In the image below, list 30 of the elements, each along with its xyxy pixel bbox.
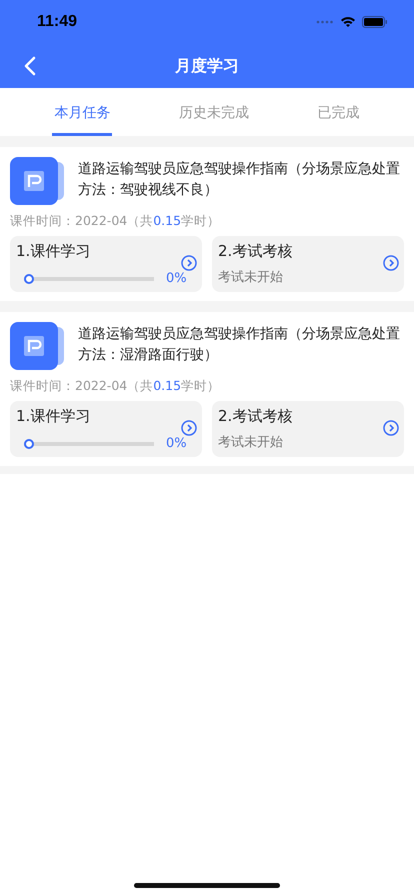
exam-button[interactable]: 2.考试考核 考试未开始 xyxy=(212,401,404,457)
back-button[interactable] xyxy=(22,54,38,78)
exam-label: 2.考试考核 xyxy=(218,407,294,426)
back-icon xyxy=(24,56,36,76)
exam-status: 考试未开始 xyxy=(218,269,284,286)
exam-button[interactable]: 2.考试考核 考试未开始 xyxy=(212,236,404,292)
study-label: 1.课件学习 xyxy=(16,407,92,426)
status-time: 11:49 xyxy=(37,13,78,31)
progress-percent: 0% xyxy=(166,436,187,451)
course-title: 道路运输驾驶员应急驾驶操作指南（分场景应急处置方法：驾驶视线不良） xyxy=(78,160,401,200)
course-icon xyxy=(10,322,66,370)
chevron-icon xyxy=(181,255,197,271)
page-title: 月度学习 xyxy=(175,56,239,76)
study-button[interactable]: 1.课件学习 0% xyxy=(10,401,202,457)
exam-label: 2.考试考核 xyxy=(218,242,294,261)
tab[interactable]: 本月任务 xyxy=(52,88,112,136)
wifi-icon xyxy=(340,16,356,28)
course-title: 道路运输驾驶员应急驾驶操作指南（分场景应急处置方法：湿滑路面行驶） xyxy=(78,325,401,365)
study-button[interactable]: 1.课件学习 0% xyxy=(10,236,202,292)
course-icon xyxy=(10,157,66,205)
course-time: 课件时间：2022-04（共0.15学时） xyxy=(10,378,222,395)
exam-status: 考试未开始 xyxy=(218,434,284,451)
signal-icon xyxy=(316,20,334,24)
progress-percent: 0% xyxy=(166,271,187,286)
battery-icon xyxy=(362,16,388,28)
chevron-icon xyxy=(383,255,399,271)
study-label: 1.课件学习 xyxy=(16,242,92,261)
chevron-icon xyxy=(383,420,399,436)
course-time: 课件时间：2022-04（共0.15学时） xyxy=(10,213,222,230)
chevron-icon xyxy=(181,420,197,436)
